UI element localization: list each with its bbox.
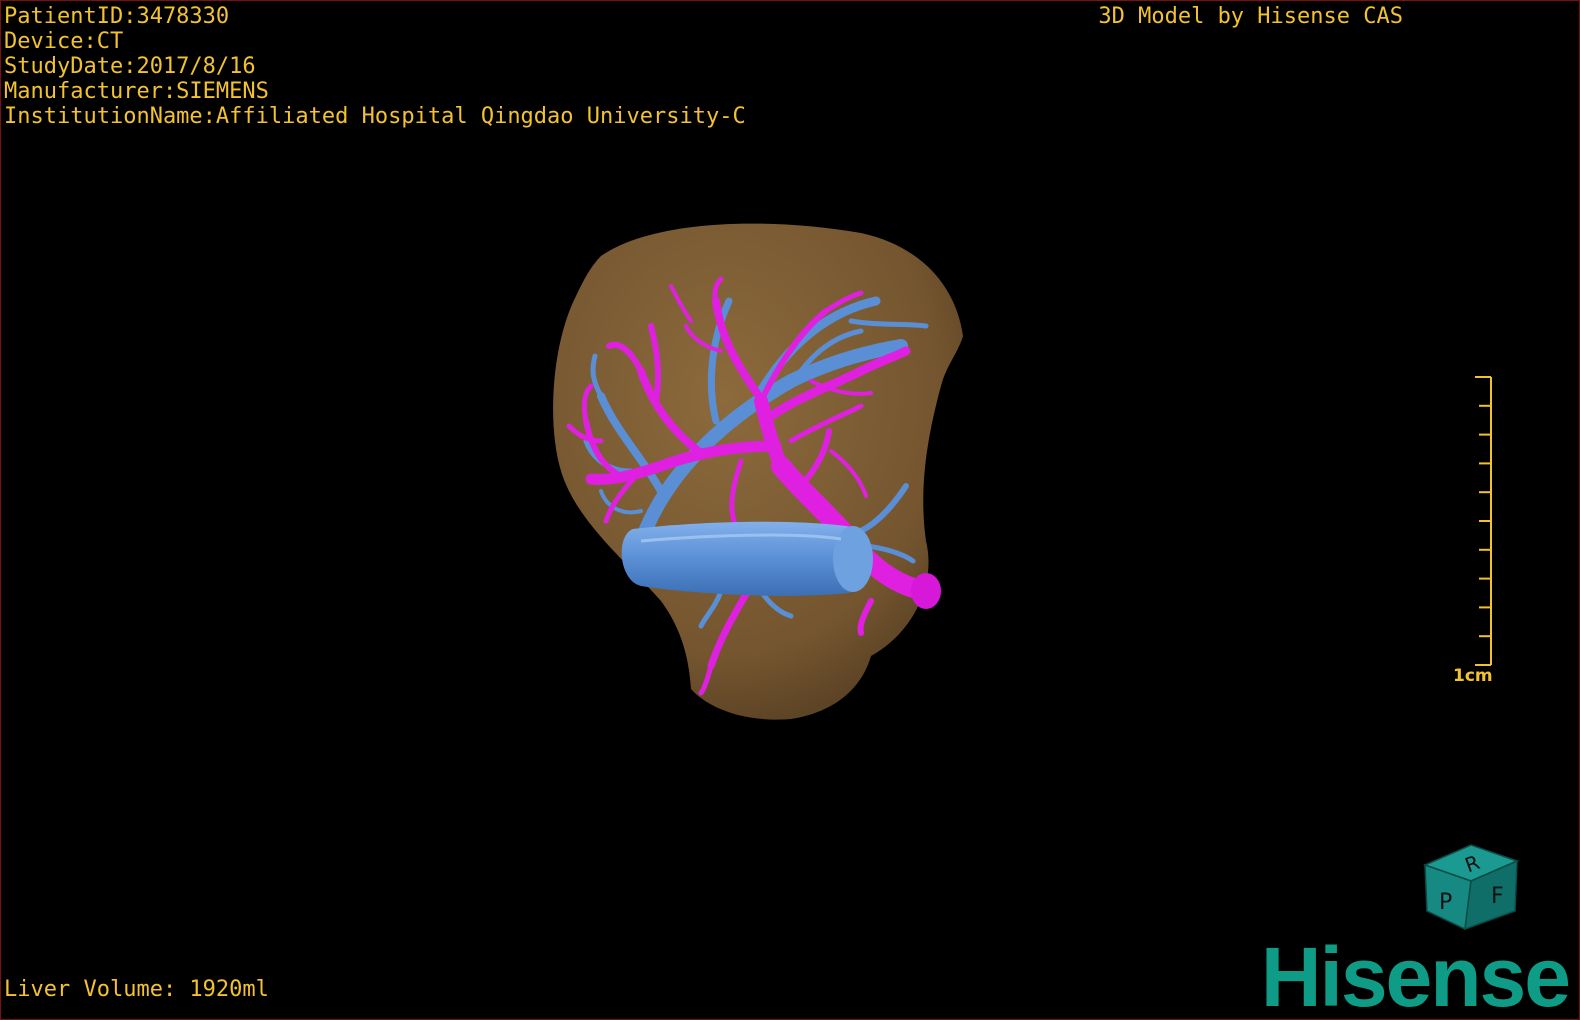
liver-volume-text: Liver Volume: 1920ml [4, 977, 269, 1002]
manufacturer-text: Manufacturer:SIEMENS [4, 79, 269, 104]
3d-viewport[interactable]: PatientID:3478330 Device:CT StudyDate:20… [0, 0, 1580, 1020]
device-text: Device:CT [4, 29, 124, 54]
scale-bar [1475, 376, 1492, 666]
portal-vein-trunk-end [911, 573, 941, 609]
cube-face-p: P [1439, 890, 1452, 915]
liver-3d-model[interactable] [1, 1, 1579, 1019]
cube-face-f: F [1491, 884, 1504, 909]
model-credit-text: 3D Model by Hisense CAS [1098, 4, 1403, 29]
inferior-vena-cava [621, 521, 873, 596]
patient-id-text: PatientID:3478330 [4, 4, 230, 29]
hisense-logo: Hisense [1260, 930, 1571, 1020]
orientation-cube-icon[interactable]: R F P [1421, 837, 1525, 937]
scale-label: 1cm [1453, 666, 1493, 686]
study-date-text: StudyDate:2017/8/16 [4, 54, 256, 79]
institution-text: InstitutionName:Affiliated Hospital Qing… [4, 104, 746, 129]
